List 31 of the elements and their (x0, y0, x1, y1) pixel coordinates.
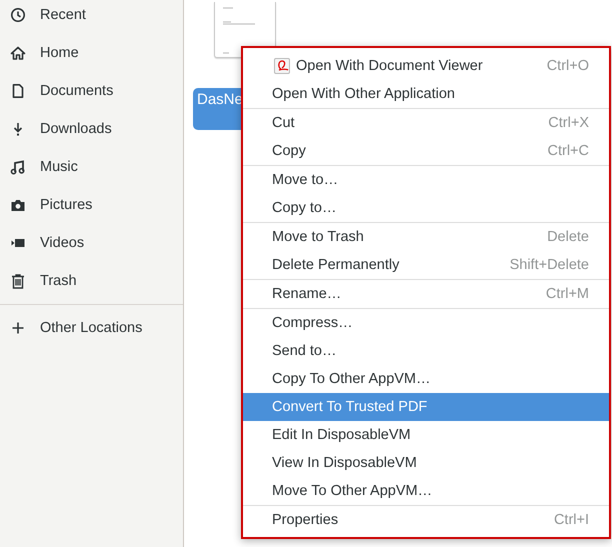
sidebar-item[interactable]: Downloads (0, 110, 183, 148)
sidebar-item[interactable]: Pictures (0, 186, 183, 224)
document-viewer-icon (274, 58, 290, 74)
music-note-icon (10, 159, 26, 175)
home-icon (10, 45, 26, 61)
sidebar-item[interactable]: Music (0, 148, 183, 186)
menu-item[interactable]: Rename… Ctrl+M (243, 280, 609, 308)
menu-item[interactable]: View In DisposableVM (243, 449, 609, 477)
sidebar-item[interactable]: Home (0, 34, 183, 72)
sidebar-item[interactable]: Documents (0, 72, 183, 110)
clock-icon (10, 7, 26, 23)
menu-item[interactable]: Send to… (243, 337, 609, 365)
trash-icon (10, 273, 26, 289)
plus-icon (10, 320, 26, 336)
menu-item[interactable]: Properties Ctrl+I (243, 506, 609, 534)
sidebar-item[interactable]: Other Locations (0, 309, 183, 347)
sidebar-item[interactable]: Recent (0, 0, 183, 34)
menu-item[interactable]: Copy To Other AppVM… (243, 365, 609, 393)
menu-item[interactable]: Move to Trash Delete (243, 223, 609, 251)
document-icon (10, 83, 26, 99)
menu-item[interactable]: Move To Other AppVM… (243, 477, 609, 505)
menu-item[interactable]: Edit In DisposableVM (243, 421, 609, 449)
menu-item[interactable]: Copy Ctrl+C (243, 137, 609, 165)
camera-icon (10, 197, 26, 213)
sidebar-item[interactable]: Trash (0, 262, 183, 300)
menu-item[interactable]: Copy to… (243, 194, 609, 222)
menu-item[interactable]: Open With Document Viewer Ctrl+O (243, 52, 609, 80)
sidebar-item[interactable]: Videos (0, 224, 183, 262)
menu-item[interactable]: Delete Permanently Shift+Delete (243, 251, 609, 279)
menu-item[interactable]: Compress… (243, 309, 609, 337)
menu-item[interactable]: Move to… (243, 166, 609, 194)
